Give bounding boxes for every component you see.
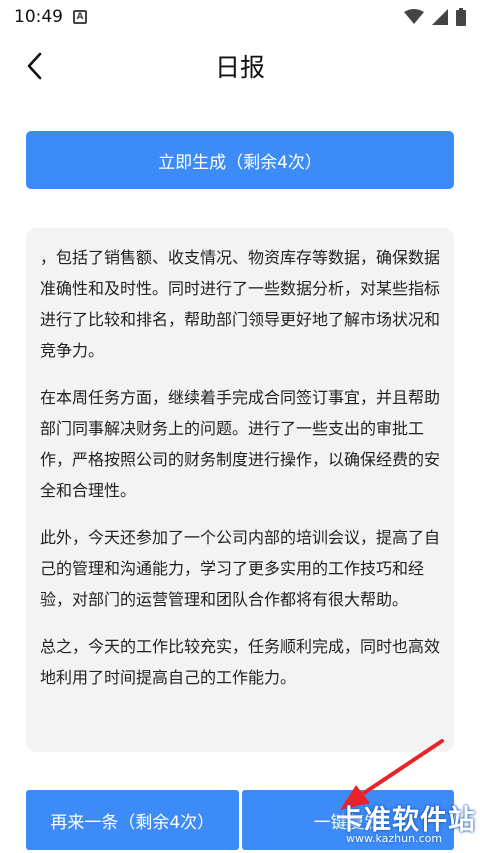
- page-title: 日报: [214, 53, 265, 82]
- report-paragraph: ，包括了销售额、收支情况、物资库存等数据，确保数据准确性和及时性。同时进行了一些…: [40, 248, 441, 360]
- battery-icon: [456, 8, 466, 26]
- status-right: [404, 8, 466, 26]
- status-bar: 10:49 A: [0, 0, 480, 34]
- signal-icon: [432, 9, 448, 25]
- report-paragraph: 在本周任务方面，继续着手完成合同签订事宜，并且帮助部门同事解决财务上的问题。进行…: [40, 388, 441, 500]
- wifi-icon: [404, 9, 424, 24]
- app-header: 日报: [0, 34, 480, 98]
- back-button[interactable]: [14, 46, 54, 86]
- report-paragraph: 此外，今天还参加了一个公司内部的培训会议，提高了自己的管理和沟通能力，学习了更多…: [40, 528, 441, 609]
- status-time: 10:49: [14, 7, 63, 27]
- bottom-action-bar: 再来一条（剩余4次） 一键复制: [26, 790, 454, 850]
- notification-icon: A: [73, 10, 87, 24]
- copy-button[interactable]: 一键复制: [241, 790, 454, 850]
- chevron-left-icon: [27, 52, 42, 80]
- report-card: ，包括了销售额、收支情况、物资库存等数据，确保数据准确性和及时性。同时进行了一些…: [26, 228, 454, 752]
- generate-again-button[interactable]: 再来一条（剩余4次）: [26, 790, 239, 850]
- status-left: 10:49 A: [14, 7, 87, 27]
- generate-button[interactable]: 立即生成（剩余4次）: [26, 131, 454, 189]
- report-paragraph: 总之，今天的工作比较充实，任务顺利完成，同时也高效地利用了时间提高自己的工作能力…: [40, 637, 441, 687]
